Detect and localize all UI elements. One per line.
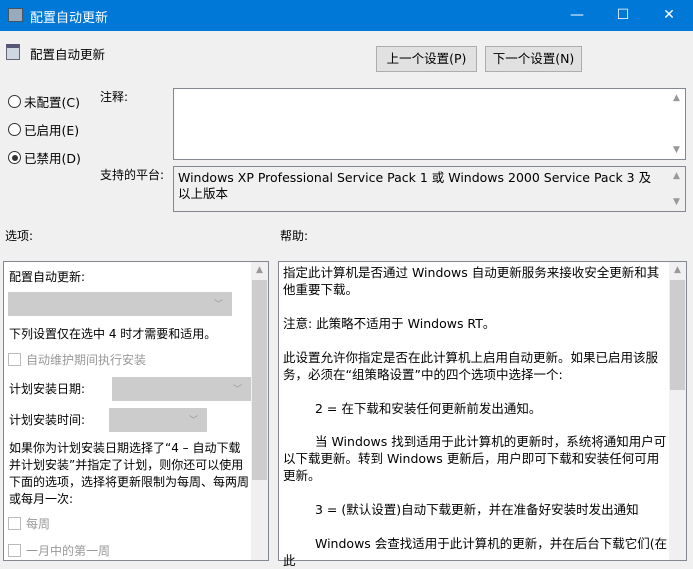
radio-label: 未配置(C) bbox=[24, 95, 80, 110]
options-scrollbar[interactable]: ▲ bbox=[251, 262, 268, 560]
platform-field: Windows XP Professional Service Pack 1 或… bbox=[173, 166, 686, 212]
configure-dropdown[interactable]: ﹀ bbox=[8, 292, 232, 316]
radio-enabled[interactable]: 已启用(E) bbox=[8, 120, 79, 139]
radio-circle[interactable] bbox=[8, 151, 21, 164]
radio-circle[interactable] bbox=[8, 95, 21, 108]
help-paragraph: 此设置允许你指定是否在此计算机上启用自动更新。如果已启用该服务，必须在“组策略设… bbox=[283, 350, 659, 382]
policy-icon bbox=[6, 44, 20, 60]
minimize-button[interactable]: — bbox=[554, 0, 600, 31]
options-pane: 配置自动更新: ﹀ 下列设置仅在选中 4 时才需要和适用。 自动维护期间执行安装… bbox=[3, 261, 269, 561]
options-label: 选项: bbox=[5, 229, 34, 243]
platform-value: Windows XP Professional Service Pack 1 或… bbox=[178, 170, 652, 201]
install-time-dropdown[interactable]: ﹀ bbox=[109, 408, 207, 432]
help-paragraph: 注意: 此策略不适用于 Windows RT。 bbox=[283, 316, 496, 331]
next-setting-button[interactable]: 下一个设置(N) bbox=[485, 46, 582, 72]
comment-textarea[interactable]: ▲ ▼ bbox=[173, 88, 686, 160]
radio-label: 已禁用(D) bbox=[24, 151, 81, 166]
radio-circle[interactable] bbox=[8, 123, 21, 136]
maximize-button[interactable]: ☐ bbox=[600, 0, 646, 31]
radio-not-configured[interactable]: 未配置(C) bbox=[8, 92, 80, 111]
chevron-down-icon: ﹀ bbox=[232, 385, 242, 395]
title-bar: 配置自动更新 — ☐ ✕ bbox=[0, 0, 693, 31]
help-scrollbar[interactable]: ▲ bbox=[669, 262, 686, 560]
configure-label: 配置自动更新: bbox=[9, 270, 86, 284]
maintenance-checkbox[interactable]: 自动维护期间执行安装 bbox=[8, 351, 146, 368]
help-paragraph: 2 = 在下载和安装任何更新前发出通知。 bbox=[315, 401, 542, 416]
comment-label: 注释: bbox=[100, 90, 129, 104]
checkbox-label: 每周 bbox=[26, 517, 51, 531]
weekly-checkbox[interactable]: 每周 bbox=[8, 515, 50, 532]
options-note: 下列设置仅在选中 4 时才需要和适用。 bbox=[9, 327, 217, 341]
comment-scrollbar[interactable]: ▲ ▼ bbox=[668, 89, 685, 159]
help-paragraph: 当 Windows 找到适用于此计算机的更新时，系统将通知用户可以下载更新。转到… bbox=[283, 434, 667, 483]
help-paragraph: Windows 会查找适用于此计算机的更新，并在后台下载它们(在此 bbox=[283, 536, 668, 568]
checkbox-label: 自动维护期间执行安装 bbox=[26, 353, 147, 367]
install-day-dropdown[interactable]: ﹀ bbox=[112, 377, 251, 401]
checkbox-label: 一月中的第一周 bbox=[26, 544, 111, 558]
help-paragraph: 3 = (默认设置)自动下载更新，并在准备好安装时发出通知 bbox=[315, 502, 639, 517]
scrollbar-thumb[interactable] bbox=[670, 280, 685, 390]
chevron-down-icon: ﹀ bbox=[188, 416, 198, 426]
radio-disabled[interactable]: 已禁用(D) bbox=[8, 148, 81, 167]
policy-name: 配置自动更新 bbox=[30, 47, 106, 62]
close-button[interactable]: ✕ bbox=[646, 0, 692, 31]
install-time-label: 计划安装时间: bbox=[9, 413, 86, 427]
chevron-down-icon: ﹀ bbox=[213, 300, 223, 310]
install-day-label: 计划安装日期: bbox=[9, 382, 86, 396]
first-week-checkbox[interactable]: 一月中的第一周 bbox=[8, 542, 110, 559]
policy-window-icon bbox=[8, 8, 23, 22]
radio-label: 已启用(E) bbox=[24, 123, 80, 138]
platform-scrollbar[interactable]: ▲ ▼ bbox=[668, 167, 685, 211]
prev-setting-button[interactable]: 上一个设置(P) bbox=[376, 46, 477, 72]
help-paragraph: 指定此计算机是否通过 Windows 自动更新服务来接收安全更新和其他重要下载。 bbox=[283, 265, 660, 297]
window-title: 配置自动更新 bbox=[30, 11, 109, 26]
platform-label: 支持的平台: bbox=[100, 168, 165, 182]
help-label: 帮助: bbox=[280, 229, 309, 243]
scrollbar-thumb[interactable] bbox=[252, 280, 267, 480]
help-pane: 指定此计算机是否通过 Windows 自动更新服务来接收安全更新和其他重要下载。… bbox=[278, 261, 687, 568]
schedule-paragraph: 如果你为计划安装日期选择了“4 – 自动下载并计划安装”并指定了计划，则你还可以… bbox=[9, 441, 250, 506]
